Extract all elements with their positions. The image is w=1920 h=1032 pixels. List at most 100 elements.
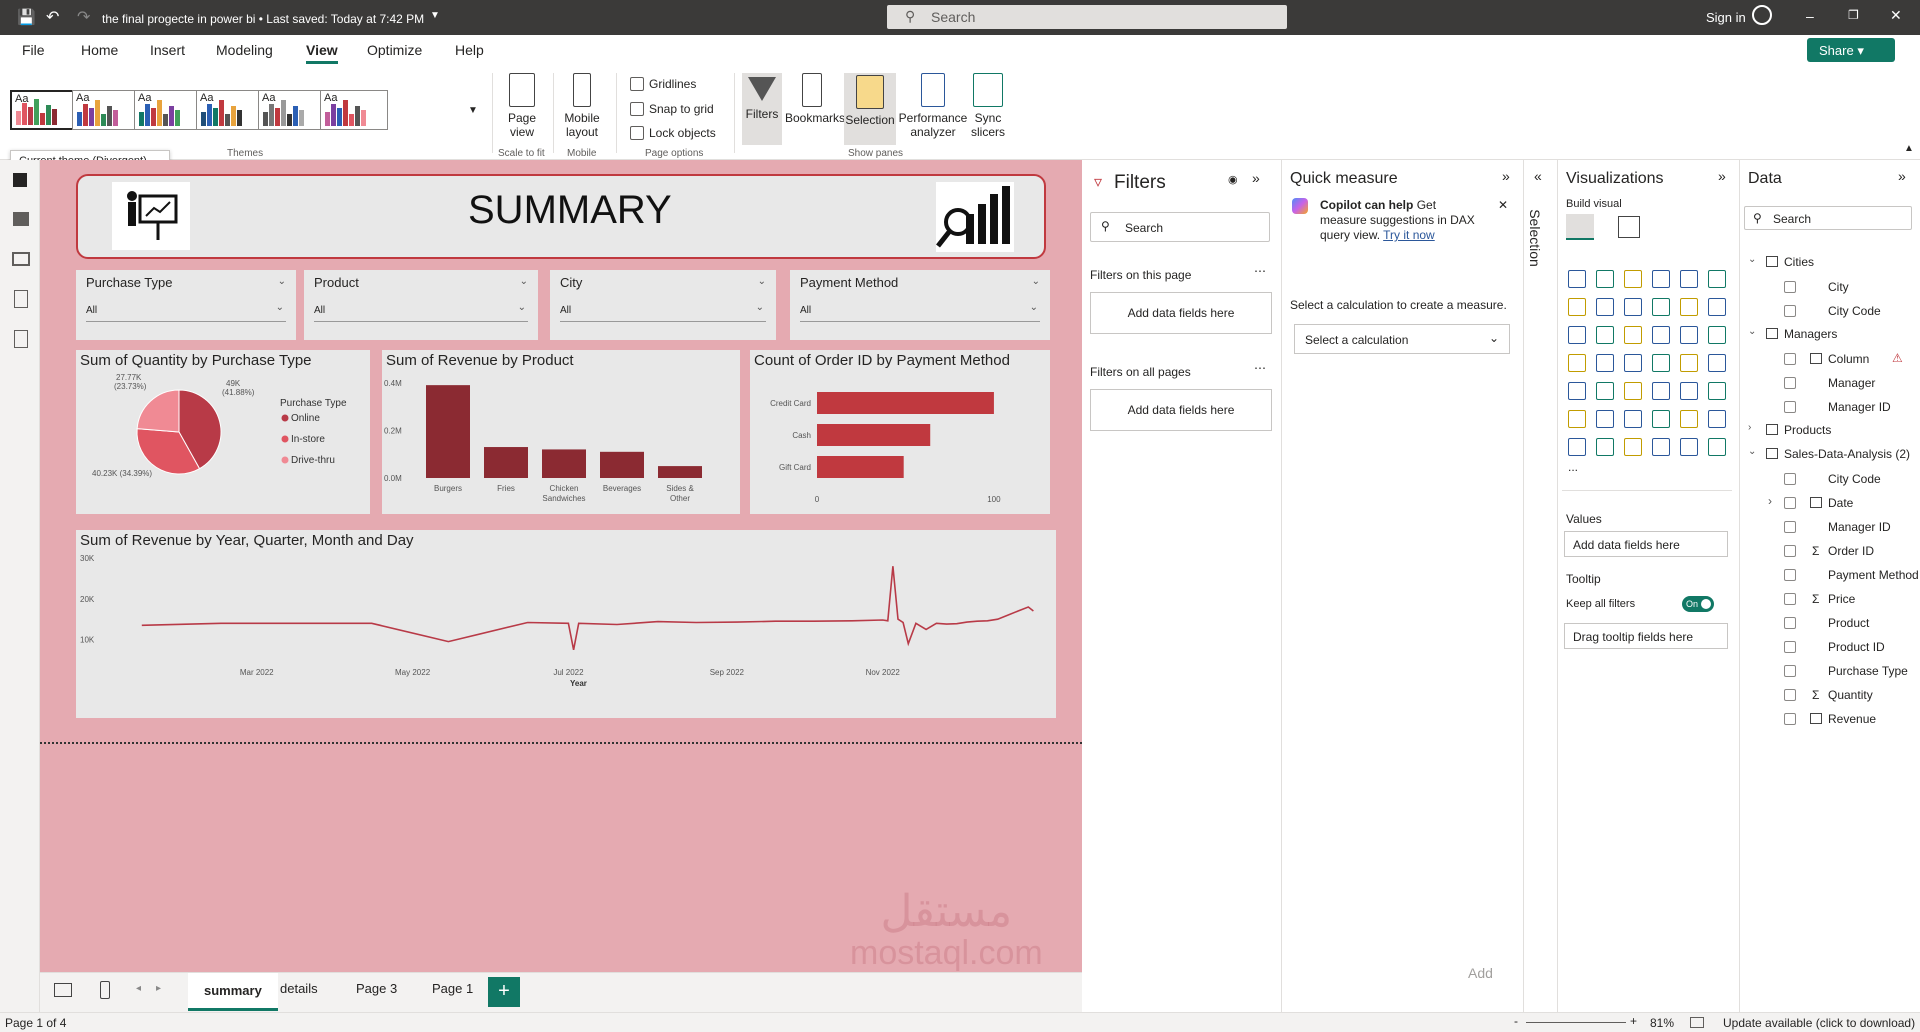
table-name[interactable]: Sales-Data-Analysis (2): [1784, 447, 1910, 461]
fit-page-icon[interactable]: [1690, 1017, 1704, 1028]
format-visual-icon[interactable]: [1618, 216, 1640, 238]
field-item[interactable]: Manager ID: [1740, 520, 1920, 540]
azure-map-icon[interactable]: [1652, 354, 1670, 372]
waterfall-icon[interactable]: [1596, 326, 1614, 344]
desktop-view-icon[interactable]: [54, 983, 72, 997]
report-view-icon[interactable]: [13, 173, 27, 187]
field-item[interactable]: Purchase Type: [1740, 664, 1920, 684]
table-name[interactable]: Managers: [1784, 327, 1837, 341]
collapse-pane-icon[interactable]: »: [1502, 168, 1510, 184]
zoom-slider[interactable]: [1526, 1022, 1626, 1023]
page-tab-summary[interactable]: summary: [188, 973, 278, 1011]
performance-analyzer-button[interactable]: Performance analyzer: [898, 73, 968, 139]
undo-icon[interactable]: ↶: [46, 7, 59, 27]
pie-icon[interactable]: [1680, 326, 1698, 344]
gridlines-checkbox[interactable]: Gridlines: [630, 77, 696, 91]
slicer-icon[interactable]: [1624, 382, 1642, 400]
clustered-bar-icon[interactable]: [1624, 270, 1642, 288]
field-item[interactable]: Manager: [1740, 376, 1920, 396]
sign-in-link[interactable]: Sign in: [1706, 10, 1746, 25]
tab-insert[interactable]: Insert: [150, 42, 185, 58]
page-tab-page-3[interactable]: Page 3: [356, 981, 397, 996]
field-item[interactable]: City Code: [1740, 472, 1920, 492]
r-visual-icon[interactable]: [1708, 382, 1726, 400]
line-icon[interactable]: [1568, 298, 1586, 316]
calculation-dropdown[interactable]: Select a calculation ⌄: [1294, 324, 1510, 354]
tab-optimize[interactable]: Optimize: [367, 42, 422, 58]
tab-help[interactable]: Help: [455, 42, 484, 58]
document-title[interactable]: the final progecte in power bi • Last sa…: [102, 12, 424, 26]
chevron-right-icon[interactable]: ›: [1748, 422, 1751, 433]
field-item[interactable]: Product: [1740, 616, 1920, 636]
save-icon[interactable]: 💾: [17, 8, 36, 26]
scroll-right-icon[interactable]: ▸: [156, 983, 161, 994]
snap-to-grid-checkbox[interactable]: Snap to grid: [630, 102, 714, 116]
model-view-icon[interactable]: [12, 252, 30, 266]
ribbon-icon[interactable]: [1568, 326, 1586, 344]
slicer-purchase-type[interactable]: Purchase Type ⌄ All ⌄: [76, 270, 296, 340]
paginated-icon[interactable]: [1568, 438, 1586, 456]
donut-icon[interactable]: [1708, 326, 1726, 344]
line-chart-visual[interactable]: Sum of Revenue by Year, Quarter, Month a…: [76, 530, 1056, 718]
page-view-button[interactable]: Page view: [505, 73, 539, 139]
tab-file[interactable]: File: [22, 42, 45, 58]
close-icon[interactable]: ✕: [1890, 7, 1902, 24]
matrix-icon[interactable]: [1680, 382, 1698, 400]
theme-thumbnail[interactable]: Aa: [258, 90, 326, 130]
redo-icon[interactable]: ↷: [77, 7, 90, 27]
funnel-icon[interactable]: [1624, 326, 1642, 344]
table-name[interactable]: Products: [1784, 423, 1831, 437]
themes-expand-icon[interactable]: ▼: [468, 105, 478, 116]
field-item[interactable]: Σ Order ID: [1740, 544, 1920, 564]
expand-pane-icon[interactable]: «: [1534, 168, 1542, 184]
card-icon[interactable]: [1708, 354, 1726, 372]
tmdl-view-icon[interactable]: [14, 330, 28, 348]
add-measure-button[interactable]: Add: [1468, 965, 1493, 981]
mobile-layout-button[interactable]: Mobile layout: [561, 73, 603, 139]
field-item[interactable]: City Code: [1740, 304, 1920, 324]
table-view-icon[interactable]: [13, 212, 29, 226]
more-options-icon[interactable]: ⋯: [1254, 361, 1266, 375]
pie-chart-visual[interactable]: Sum of Quantity by Purchase Type 49K (41.…: [76, 350, 370, 514]
eye-icon[interactable]: ◉: [1228, 173, 1238, 186]
chevron-down-icon[interactable]: ⌄: [520, 276, 528, 287]
minimize-icon[interactable]: –: [1806, 8, 1814, 24]
100-column-icon[interactable]: [1708, 270, 1726, 288]
slicer-product[interactable]: Product ⌄ All ⌄: [304, 270, 538, 340]
theme-thumbnail[interactable]: Aa: [134, 90, 202, 130]
filled-map-icon[interactable]: [1624, 354, 1642, 372]
zoom-in-icon[interactable]: +: [1630, 1014, 1637, 1028]
tooltip-drop-well[interactable]: Drag tooltip fields here: [1564, 623, 1728, 649]
account-icon[interactable]: [1752, 5, 1772, 25]
slicer-dropdown[interactable]: All ⌄: [560, 300, 766, 322]
stacked-column-icon[interactable]: [1596, 270, 1614, 288]
collapse-pane-icon[interactable]: »: [1718, 168, 1726, 184]
keep-filters-toggle[interactable]: On: [1682, 596, 1714, 612]
collapse-ribbon-icon[interactable]: ▲: [1904, 143, 1914, 154]
custom-visual-icon[interactable]: [1652, 438, 1670, 456]
key-influencers-icon[interactable]: [1596, 410, 1614, 428]
hbar-chart-visual[interactable]: Count of Order ID by Payment Method Cred…: [750, 350, 1050, 514]
stacked-area-icon[interactable]: [1624, 298, 1642, 316]
tab-view[interactable]: View: [306, 42, 338, 64]
build-visual-icon[interactable]: [1566, 214, 1594, 240]
narrative-icon[interactable]: [1680, 410, 1698, 428]
update-notice[interactable]: Update available (click to download): [1723, 1016, 1915, 1030]
selection-pane-collapsed[interactable]: « Selection: [1524, 160, 1558, 1012]
field-item[interactable]: Σ Price: [1740, 592, 1920, 612]
line-column-icon[interactable]: [1680, 298, 1698, 316]
scroll-left-icon[interactable]: ◂: [136, 983, 141, 994]
page-filters-drop-well[interactable]: Add data fields here: [1090, 292, 1272, 334]
field-item[interactable]: City: [1740, 280, 1920, 300]
scatter-icon[interactable]: [1652, 326, 1670, 344]
sync-slicers-button[interactable]: Sync slicers: [968, 73, 1008, 139]
filters-search-input[interactable]: ⚲ Search: [1090, 212, 1270, 242]
goals-icon[interactable]: [1708, 410, 1726, 428]
tab-modeling[interactable]: Modeling: [216, 42, 273, 58]
100-bar-icon[interactable]: [1680, 270, 1698, 288]
chevron-down-icon[interactable]: ▼: [430, 10, 440, 21]
chevron-down-icon[interactable]: ⌄: [1748, 446, 1756, 457]
tab-home[interactable]: Home: [81, 42, 118, 58]
treemap-icon[interactable]: [1568, 354, 1586, 372]
power-automate-icon[interactable]: [1624, 438, 1642, 456]
